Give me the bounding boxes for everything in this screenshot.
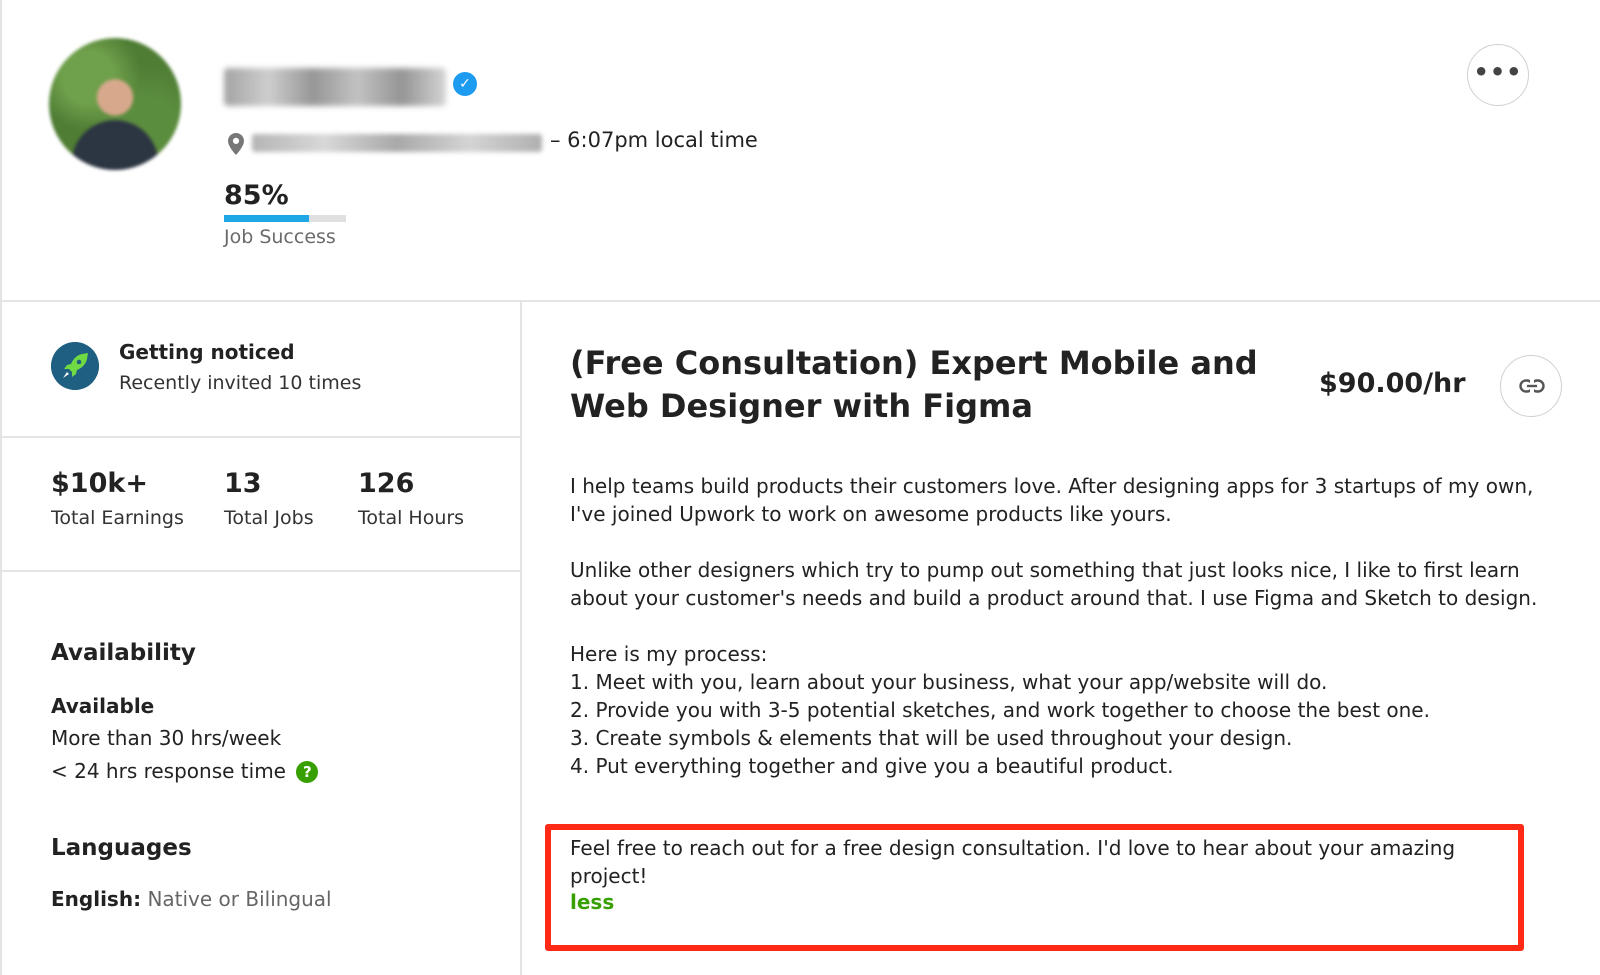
- verified-icon: ✓: [453, 72, 477, 96]
- job-success-bar-fill: [224, 215, 310, 222]
- language-level: Native or Bilingual: [147, 887, 332, 911]
- freelancer-profile-page: ✓ – 6:07pm local time 85% Job Success ••…: [0, 0, 1600, 975]
- availability-status: Available: [51, 694, 155, 718]
- stat-value: 126: [358, 468, 415, 499]
- availability-heading: Availability: [51, 640, 196, 666]
- language-name: English:: [51, 887, 142, 911]
- stat-label: Total Jobs: [224, 507, 314, 529]
- consultation-cta: Feel free to reach out for a free design…: [570, 836, 1456, 888]
- description-paragraph: Unlike other designers which try to pump…: [570, 558, 1538, 610]
- stat-value: 13: [224, 468, 262, 499]
- rocket-icon: [51, 342, 99, 390]
- notice-title: Getting noticed: [119, 340, 295, 364]
- profile-header: ✓ – 6:07pm local time 85% Job Success ••…: [2, 0, 1600, 302]
- stat-total-jobs: 13 Total Jobs: [224, 468, 314, 529]
- job-success-label: Job Success: [224, 226, 336, 248]
- copy-link-button[interactable]: [1500, 355, 1562, 417]
- profile-main: (Free Consultation) Expert Mobile and We…: [522, 302, 1600, 975]
- response-time: < 24 hrs response time: [51, 759, 286, 783]
- more-options-button[interactable]: •••: [1467, 44, 1529, 106]
- stat-total-earnings: $10k+ Total Earnings: [51, 468, 184, 529]
- response-time-row: < 24 hrs response time ?: [51, 759, 319, 783]
- availability-hours: More than 30 hrs/week: [51, 726, 282, 750]
- profile-description: I help teams build products their custom…: [570, 472, 1570, 780]
- stats-panel: $10k+ Total Earnings 13 Total Jobs 126 T…: [2, 438, 520, 572]
- link-icon: [1519, 379, 1545, 393]
- description-paragraph: Here is my process: 1. Meet with you, le…: [570, 642, 1430, 778]
- location-pin-icon: [228, 133, 244, 155]
- freelancer-name-redacted: [224, 68, 446, 106]
- getting-noticed-panel: Getting noticed Recently invited 10 time…: [2, 302, 520, 438]
- show-less-link[interactable]: less: [570, 890, 614, 914]
- stat-label: Total Earnings: [51, 507, 184, 529]
- location-redacted: [252, 134, 542, 152]
- languages-heading: Languages: [51, 835, 192, 861]
- notice-subtitle: Recently invited 10 times: [119, 372, 362, 394]
- help-icon[interactable]: ?: [296, 761, 319, 783]
- description-paragraph: I help teams build products their custom…: [570, 474, 1534, 526]
- more-icon: •••: [1473, 58, 1523, 86]
- language-item: English: Native or Bilingual: [51, 887, 332, 911]
- job-success-bar: [224, 215, 346, 222]
- hourly-rate: $90.00/hr: [1319, 368, 1466, 399]
- job-success-percent: 85%: [224, 180, 289, 211]
- profile-title: (Free Consultation) Expert Mobile and We…: [570, 344, 1258, 425]
- stat-value: $10k+: [51, 468, 148, 499]
- profile-sidebar: Getting noticed Recently invited 10 time…: [2, 302, 522, 975]
- local-time: – 6:07pm local time: [550, 128, 758, 152]
- stat-total-hours: 126 Total Hours: [358, 468, 464, 529]
- avatar: [49, 38, 181, 170]
- stat-label: Total Hours: [358, 507, 465, 529]
